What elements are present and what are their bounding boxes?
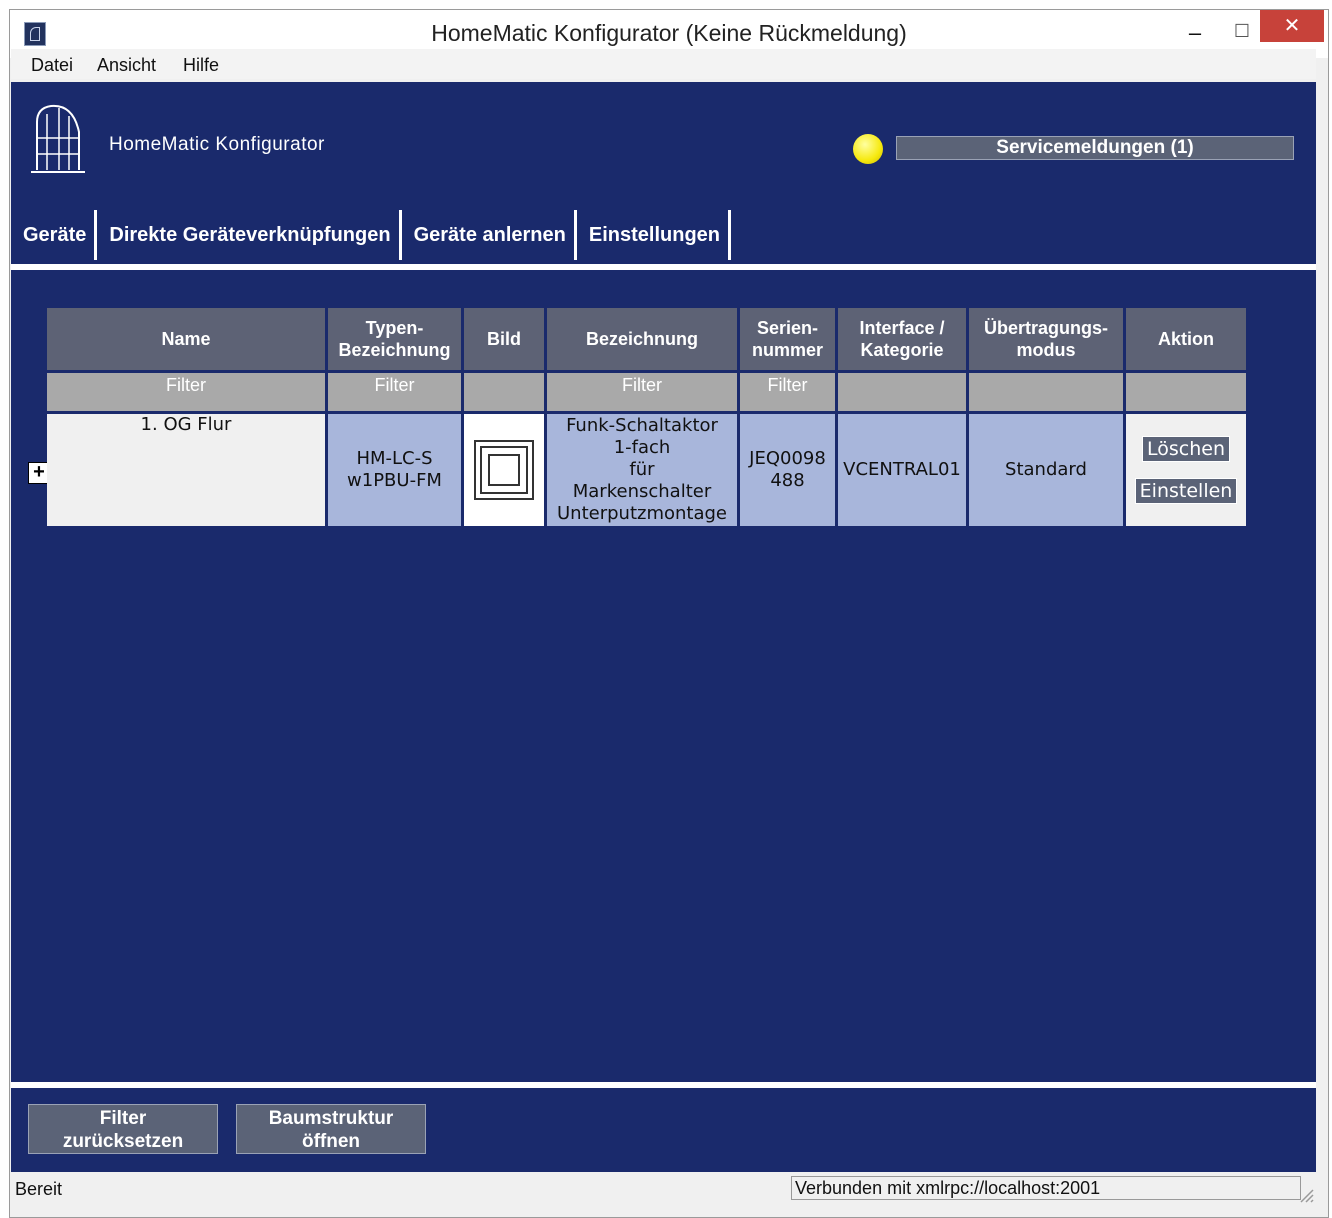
tab-bar: Geräte Direkte Geräteverknüpfungen Gerät…: [11, 210, 731, 260]
status-led-icon: [853, 134, 883, 164]
maximize-button[interactable]: ☐: [1225, 18, 1259, 48]
connection-status: Verbunden mit xmlrpc://localhost:2001: [791, 1176, 1301, 1200]
service-messages-button[interactable]: Servicemeldungen (1): [896, 136, 1294, 160]
tab-direkte-verknuepfungen[interactable]: Direkte Geräteverknüpfungen: [97, 210, 402, 260]
menu-bar: Datei Ansicht Hilfe: [11, 49, 1316, 79]
table-header-row: Name Typen- Bezeichnung Bild Bezeichnung …: [47, 308, 1246, 370]
col-header-mode[interactable]: Übertragungs-modus: [969, 308, 1123, 370]
window-title: HomeMatic Konfigurator (Keine Rückmeldun…: [431, 20, 907, 46]
table-row[interactable]: 1. OG Flur HM-LC-S w1PBU-FM Funk-Schaltak…: [47, 414, 1246, 526]
col-header-description[interactable]: Bezeichnung: [547, 308, 737, 370]
cell-serial: JEQ0098 488: [740, 414, 835, 526]
status-text: Bereit: [15, 1179, 63, 1199]
cell-actions: Löschen Einstellen: [1126, 414, 1246, 526]
cell-image: [464, 414, 544, 526]
filter-interface: [838, 373, 966, 411]
tab-geraete-anlernen[interactable]: Geräte anlernen: [402, 210, 577, 260]
menu-datei[interactable]: Datei: [31, 55, 73, 76]
menu-hilfe[interactable]: Hilfe: [183, 55, 219, 76]
resize-grip-icon[interactable]: [1298, 1187, 1314, 1203]
switch-device-icon: [474, 440, 534, 500]
tab-einstellungen[interactable]: Einstellungen: [577, 210, 731, 260]
settings-button[interactable]: Einstellen: [1134, 478, 1238, 504]
cell-type: HM-LC-S w1PBU-FM: [328, 414, 461, 526]
col-header-action: Aktion: [1126, 308, 1246, 370]
menu-ansicht[interactable]: Ansicht: [97, 55, 156, 76]
filter-serial[interactable]: Filter: [740, 373, 835, 411]
col-header-name[interactable]: Name: [47, 308, 325, 370]
close-button[interactable]: ✕: [1260, 10, 1324, 42]
cell-interface: VCENTRAL01: [838, 414, 966, 526]
col-header-image[interactable]: Bild: [464, 308, 544, 370]
delete-button[interactable]: Löschen: [1142, 436, 1230, 462]
app-name: HomeMatic Konfigurator: [109, 134, 325, 155]
divider-bottom: [11, 1082, 1316, 1088]
filter-image: [464, 373, 544, 411]
filter-description[interactable]: Filter: [547, 373, 737, 411]
device-table: Name Typen- Bezeichnung Bild Bezeichnung …: [44, 305, 1249, 529]
open-tree-button[interactable]: Baumstruktur öffnen: [236, 1104, 426, 1154]
cell-name[interactable]: 1. OG Flur: [47, 414, 325, 526]
cell-description: Funk-Schaltaktor 1-fach für Markenschalter U…: [547, 414, 737, 526]
col-header-interface[interactable]: Interface / Kategorie: [838, 308, 966, 370]
filter-action: [1126, 373, 1246, 411]
tab-geraete[interactable]: Geräte: [11, 210, 98, 260]
col-header-serial[interactable]: Serien-nummer: [740, 308, 835, 370]
filter-name[interactable]: Filter: [47, 373, 325, 411]
col-header-type[interactable]: Typen- Bezeichnung: [328, 308, 461, 370]
homematic-logo-icon: [31, 104, 85, 173]
main-content: HomeMatic Konfigurator Servicemeldungen …: [11, 82, 1316, 1172]
reset-filter-button[interactable]: Filter zurücksetzen: [28, 1104, 218, 1154]
filter-row: Filter Filter Filter Filter: [47, 373, 1246, 411]
minimize-button[interactable]: ‒: [1178, 18, 1212, 48]
filter-type[interactable]: Filter: [328, 373, 461, 411]
status-bar: Bereit Verbunden mit xmlrpc://localhost:…: [11, 1173, 1316, 1205]
cell-mode: Standard: [969, 414, 1123, 526]
filter-mode: [969, 373, 1123, 411]
divider-top: [11, 264, 1316, 270]
